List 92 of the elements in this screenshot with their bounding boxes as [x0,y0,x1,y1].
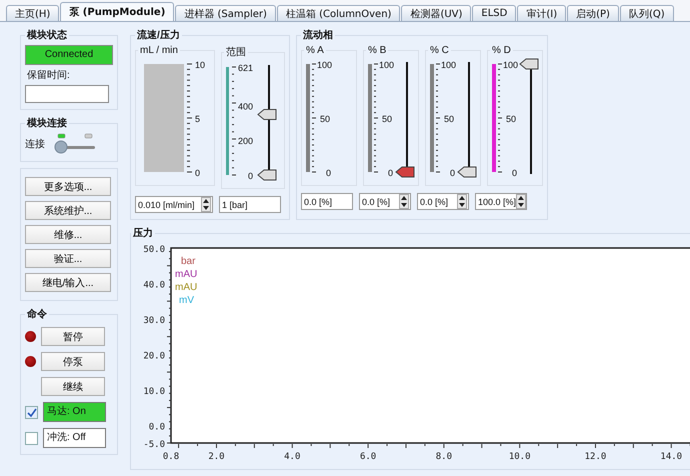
x-tick-label: 6.0 [360,452,376,462]
toggle-status: 冲洗: Off [43,428,106,448]
y-tick-label: 20.0 [143,351,165,362]
status-indicator: Connected [25,45,113,65]
legend-label: mV [179,295,194,306]
tab[interactable]: 检测器(UV) [401,5,472,21]
tab[interactable]: 泵 (PumpModule) [60,2,174,21]
x-tick-label: 4.0 [284,452,300,462]
slider-thumb[interactable] [519,58,538,70]
scale-label: 5 [195,114,200,124]
scale-label: 621 [238,63,254,73]
percent-spinbox[interactable]: 0.0 [%] [359,193,411,210]
tab[interactable]: 柱温箱 (ColumnOven) [276,5,400,21]
y-tick-label: -5.0 [143,440,165,450]
retention-field[interactable] [25,85,109,103]
y-tick-label: 50.0 [143,245,165,255]
option-button[interactable]: 继电/输入... [25,273,111,292]
group-title: 模块状态 [26,28,68,42]
group-title: 流动相 [302,28,334,42]
scale-label: 0 [512,168,518,178]
x-tick-label: 10.0 [508,452,531,462]
gauge-title: % C [429,45,450,56]
group-title: 命令 [26,308,48,321]
x-tick-label: 2.0 [208,452,225,462]
gauge-title: % A [305,45,325,56]
y-tick-label: 40.0 [143,280,165,290]
indicator-lamp-icon [25,331,36,342]
y-tick-label: 30.0 [143,316,165,326]
legend-label: mAU [175,282,198,293]
y-tick-label: 10.0 [143,386,165,397]
group-title: 模块连接 [26,116,68,130]
scale-label: 50 [506,114,516,124]
scale-label: 50 [444,114,454,124]
scale-label: 100 [441,60,456,70]
legend-label: mAU [175,269,198,280]
x-tick-label: 14.0 [660,452,682,462]
scale-label: 0 [450,168,456,178]
pressure-field[interactable]: 1 [bar] [219,196,281,213]
scale-label: 0 [195,168,200,178]
scale-label: 50 [382,114,392,124]
percent-spinbox[interactable]: 0.0 [%] [417,193,469,210]
option-button[interactable]: 更多选项... [25,177,111,196]
toggle-status: 马达: On [43,402,106,422]
gauge-title: % D [491,45,512,56]
scale-label: 200 [238,136,254,146]
y-tick-label: 0.0 [148,422,165,432]
x-tick-label: 0.8 [162,452,180,462]
retention-label: 保留时间: [26,68,71,82]
tab[interactable]: 审计(I) [517,5,566,21]
scale-label: 0 [388,168,394,178]
scale-label: 400 [238,101,254,112]
spin-arrows-icon[interactable] [399,194,409,209]
percent-field[interactable]: 0.0 [%] [301,193,353,210]
command-button[interactable]: 停泵 [41,352,105,371]
flow-rate-spinbox[interactable]: 0.010 [ml/min] [135,196,213,213]
legend-label: bar [181,256,196,267]
group-title: 流速/压力 [136,28,181,42]
slider-thumb[interactable] [457,166,476,178]
spin-arrows-icon[interactable] [516,194,526,209]
gauge-title: % B [367,45,388,56]
tab[interactable]: 主页(H) [6,5,60,21]
command-button[interactable]: 继续 [41,377,105,396]
scale-label: 10 [195,60,206,70]
x-tick-label: 8.0 [436,452,452,462]
x-tick-label: 12.0 [584,452,606,462]
scale-label: 100 [379,60,394,70]
scale-label: 0 [248,171,254,181]
option-button[interactable]: 验证... [25,249,111,268]
checkbox[interactable] [25,406,38,418]
command-button[interactable]: 暂停 [41,327,105,346]
slider-thumb[interactable] [257,109,276,120]
spin-arrows-icon[interactable] [457,194,467,209]
slider-thumb[interactable] [257,170,276,180]
slider-thumb[interactable] [395,166,414,178]
scale-label: 100 [317,60,332,70]
group-title: 压力 [132,227,154,240]
connect-label: 连接 [25,138,45,151]
gauge-title: 范围 [225,46,247,59]
scale-label: 0 [326,168,332,178]
tab[interactable]: 启动(P) [567,5,619,21]
scale-label: 100 [503,60,518,70]
spin-arrows-icon[interactable] [201,197,211,212]
tab[interactable]: ELSD [472,5,516,21]
tab[interactable]: 进样器 (Sampler) [175,5,276,21]
tab[interactable]: 队列(Q) [620,5,674,21]
option-button[interactable]: 系统维护... [25,201,111,220]
indicator-lamp-icon [25,356,36,367]
percent-spinbox[interactable]: 100.0 [%] [475,193,527,210]
checkbox[interactable] [25,432,38,444]
option-button[interactable]: 维修... [25,225,111,244]
scale-label: 50 [320,114,330,124]
gauge-title: mL / min [139,45,179,56]
